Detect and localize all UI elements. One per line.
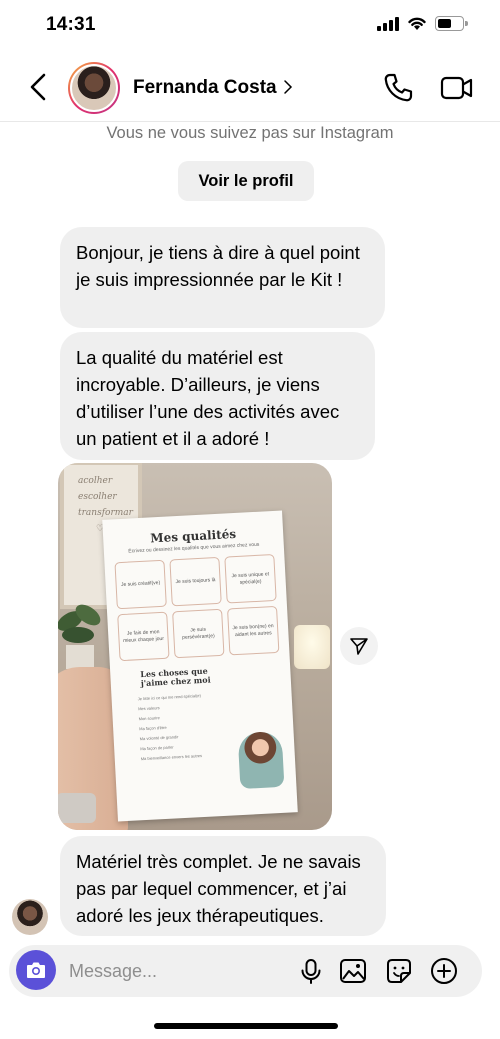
message-bubble[interactable]: Bonjour, je tiens à dire à quel point je…	[60, 227, 385, 328]
contact-name[interactable]: Fernanda Costa	[133, 77, 277, 99]
lamp	[294, 625, 330, 669]
message-bubble[interactable]: La qualité du matériel est incroyable. D…	[60, 332, 375, 460]
wrist-watch	[58, 793, 96, 823]
wall-sign-line: acolher	[78, 476, 113, 486]
worksheet-cell: Je suis toujours là	[169, 556, 222, 607]
message-bubble[interactable]: Matériel très complet. Je ne savais pas …	[60, 836, 386, 936]
worksheet-grid: Je suis créatif(ve) Je suis toujours là …	[114, 553, 280, 662]
battery-level	[438, 19, 452, 28]
sender-avatar[interactable]	[12, 899, 48, 935]
share-button[interactable]	[340, 627, 378, 665]
plant	[58, 604, 101, 669]
chevron-left-icon	[30, 73, 46, 101]
audio-call-button[interactable]	[382, 72, 414, 104]
video-camera-icon	[440, 76, 473, 100]
phone-icon	[384, 73, 413, 102]
worksheet: Mes qualités Écrivez ou dessinez les qua…	[102, 510, 298, 822]
worksheet-cell: Je suis créatif(ve)	[114, 559, 167, 610]
photo-message[interactable]: acolher escolher transformar ♡ Mes quali…	[58, 463, 332, 830]
worksheet-cell: Je fais de mon mieux chaque jour	[117, 611, 170, 662]
microphone-icon	[301, 959, 321, 984]
wall-sign-line: escolher	[78, 492, 117, 502]
follow-notice: Vous ne vous suivez pas sur Instagram	[106, 124, 394, 142]
back-button[interactable]	[24, 70, 54, 104]
battery-icon	[435, 16, 468, 31]
home-indicator	[154, 1023, 338, 1029]
status-icons	[377, 16, 468, 31]
video-call-button[interactable]	[440, 72, 474, 104]
worksheet-cell: Je suis persévérant(e)	[172, 608, 225, 659]
chevron-right-icon	[284, 80, 293, 94]
view-profile-button[interactable]: Voir le profil	[178, 161, 314, 201]
message-composer	[9, 945, 482, 997]
cellular-signal-icon	[377, 16, 399, 31]
send-icon	[350, 638, 368, 655]
status-time: 14:31	[46, 14, 96, 35]
image-icon	[340, 959, 366, 983]
plus-circle-icon	[431, 958, 457, 984]
microphone-button[interactable]	[297, 957, 325, 985]
worksheet-cell: Je suis bon(ne) en aidant les autres	[227, 605, 280, 656]
worksheet-section-title: Les choses que j'aime chez moi	[140, 665, 211, 689]
gallery-button[interactable]	[339, 957, 367, 985]
sticker-button[interactable]	[385, 957, 413, 985]
contact-avatar[interactable]	[68, 62, 120, 114]
status-bar: 14:31	[0, 0, 500, 52]
sticker-icon	[387, 959, 411, 983]
camera-button[interactable]	[16, 950, 56, 990]
worksheet-illustration	[237, 730, 285, 790]
wifi-icon	[408, 17, 426, 30]
more-button[interactable]	[430, 957, 458, 985]
camera-icon	[27, 962, 45, 978]
worksheet-cell: Je suis unique et spécial(e)	[224, 553, 277, 604]
message-input[interactable]	[69, 955, 289, 987]
chat-header: Fernanda Costa	[0, 52, 500, 122]
